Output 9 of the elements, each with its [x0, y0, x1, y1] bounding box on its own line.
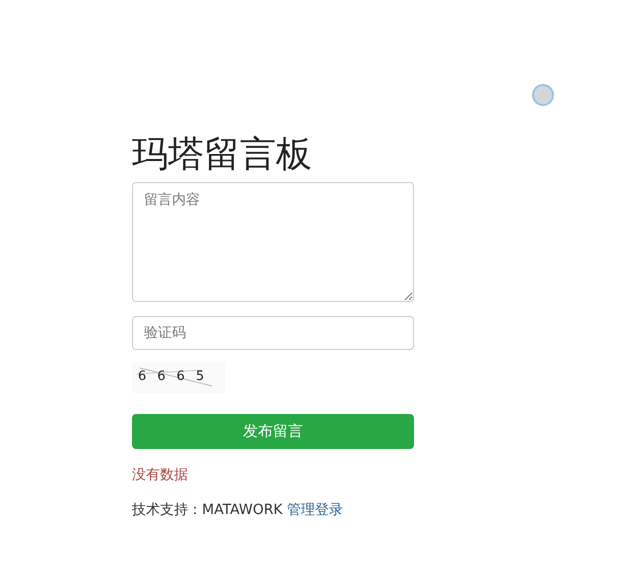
captcha-field[interactable]: 验证码	[132, 316, 414, 350]
empty-notice: 没有数据	[132, 466, 188, 485]
footer-text: 技术支持：MATAWORK	[132, 502, 283, 518]
submit-button[interactable]: 发布留言	[132, 414, 414, 449]
avatar-icon[interactable]	[532, 84, 554, 106]
captcha-image[interactable]: 6665	[132, 362, 225, 393]
page-title: 玛塔留言板	[132, 133, 313, 177]
admin-login-link[interactable]: 管理登录	[287, 502, 344, 518]
message-field[interactable]: 留言内容	[132, 182, 414, 302]
